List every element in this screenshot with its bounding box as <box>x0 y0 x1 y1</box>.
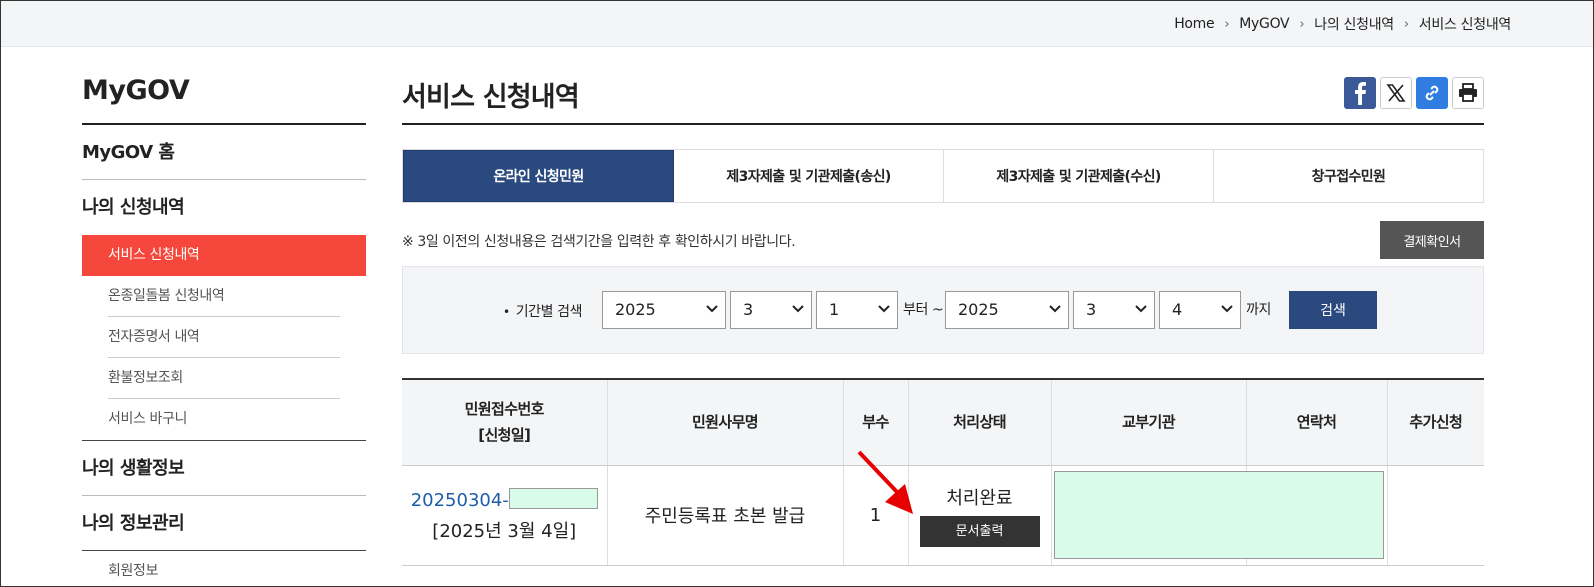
chevron-down-icon <box>1135 305 1147 313</box>
search-period-notice: ※ 3일 이전의 신청내용은 검색기간을 입력한 후 확인하시기 바랍니다. <box>402 234 796 250</box>
breadcrumb-my-applications[interactable]: 나의 신청내역 <box>1314 14 1394 34</box>
chevron-down-icon <box>1221 305 1233 313</box>
application-type-tabs: 온라인 신청민원 제3자제출 및 기관제출(송신) 제3자제출 및 기관제출(수… <box>402 149 1484 203</box>
sidebar: MyGOV MyGOV 홈 나의 신청내역 서비스 신청내역 온종일돌봄 신청내… <box>82 47 366 587</box>
tab-third-party-received[interactable]: 제3자제출 및 기관제출(수신) <box>944 150 1214 202</box>
header-request-no-line2: [신청일] <box>478 426 531 445</box>
status-cell: 처리완료 문서출력 <box>908 465 1052 566</box>
to-year-value: 2025 <box>958 300 999 319</box>
sidebar-submenu: 서비스 신청내역 온종일돌봄 신청내역 전자증명서 내역 환불정보조회 서비스 … <box>82 235 366 441</box>
sidebar-item-service-basket[interactable]: 서비스 바구니 <box>82 399 366 440</box>
to-month-value: 3 <box>1086 300 1097 319</box>
from-month-select[interactable]: 3 <box>730 291 812 329</box>
sidebar-item-my-applications[interactable]: 나의 신청내역 <box>82 180 366 235</box>
from-label: 부터 ~ <box>903 302 944 318</box>
from-year-select[interactable]: 2025 <box>602 291 726 329</box>
main-content: 서비스 신청내역 온라인 신청민원 제3자제출 및 기관제출(송신) 제3자제출… <box>402 47 1484 566</box>
chevron-down-icon <box>878 305 890 313</box>
request-date: [2025년 3월 4일] <box>432 520 577 542</box>
additional-request-cell <box>1387 465 1484 566</box>
share-toolbar <box>1344 77 1484 109</box>
column-header-issuing-agency: 교부기관 <box>1051 378 1247 466</box>
tab-counter-applications[interactable]: 창구접수민원 <box>1214 150 1483 202</box>
column-header-request-no: 민원접수번호 [신청일] <box>402 378 608 466</box>
search-button[interactable]: 검색 <box>1289 291 1377 329</box>
facebook-icon <box>1355 82 1366 105</box>
sidebar-item-all-day-care[interactable]: 온종일돌봄 신청내역 <box>82 276 366 317</box>
sidebar-item-mygov-home[interactable]: MyGOV 홈 <box>82 125 366 180</box>
page-title: 서비스 신청내역 <box>402 82 580 113</box>
page-header: 서비스 신청내역 <box>402 47 1484 125</box>
sidebar-title: MyGOV <box>82 47 366 125</box>
x-icon <box>1386 84 1406 102</box>
chevron-right-icon: › <box>1299 16 1305 32</box>
copy-link-button[interactable] <box>1416 77 1448 109</box>
tab-online-applications[interactable]: 온라인 신청민원 <box>403 150 674 202</box>
redacted-box <box>1054 471 1384 559</box>
from-year-value: 2025 <box>615 300 656 319</box>
breadcrumb-mygov[interactable]: MyGOV <box>1239 16 1289 32</box>
from-day-value: 1 <box>829 300 840 319</box>
status-text: 처리완료 <box>946 487 1013 509</box>
from-month-value: 3 <box>743 300 754 319</box>
sidebar-item-e-certificates[interactable]: 전자증명서 내역 <box>82 317 366 358</box>
breadcrumb-current: 서비스 신청내역 <box>1418 17 1512 33</box>
header-request-no-line1: 민원접수번호 <box>464 400 545 419</box>
sidebar-item-member-info[interactable]: 회원정보 <box>82 551 366 587</box>
to-year-select[interactable]: 2025 <box>945 291 1069 329</box>
request-no-cell: 20250304- [2025년 3월 4일] <box>402 465 608 566</box>
period-search-panel: 기간별 검색 2025 3 1 부터 ~ 2025 3 4 까지 검색 <box>402 266 1484 354</box>
column-header-additional: 추가신청 <box>1387 378 1484 466</box>
chevron-down-icon <box>792 305 804 313</box>
red-arrow-annotation <box>857 450 913 514</box>
service-name-cell: 주민등록표 초본 발급 <box>607 465 844 566</box>
request-no-text: 20250304- <box>410 489 509 511</box>
printer-icon <box>1459 83 1477 102</box>
table-header-row: 민원접수번호 [신청일] 민원사무명 부수 처리상태 교부기관 연락처 추가신청 <box>402 378 1484 466</box>
print-page-button[interactable] <box>1452 77 1484 109</box>
facebook-share-button[interactable] <box>1344 77 1376 109</box>
x-share-button[interactable] <box>1380 77 1412 109</box>
sidebar-item-info-management[interactable]: 나의 정보관리 <box>82 496 366 551</box>
to-day-select[interactable]: 4 <box>1159 291 1241 329</box>
redacted-box <box>508 487 598 509</box>
to-day-value: 4 <box>1172 300 1183 319</box>
chevron-right-icon: › <box>1403 16 1409 32</box>
breadcrumb: Home › MyGOV › 나의 신청내역 › 서비스 신청내역 <box>1174 14 1511 34</box>
sidebar-item-refund-info[interactable]: 환불정보조회 <box>82 358 366 399</box>
request-no-link[interactable]: 20250304- <box>410 487 598 511</box>
sidebar-item-service-applications[interactable]: 서비스 신청내역 <box>82 235 366 276</box>
sidebar-item-life-info[interactable]: 나의 생활정보 <box>82 441 366 496</box>
payment-receipt-button[interactable]: 결제확인서 <box>1380 221 1484 259</box>
chevron-right-icon: › <box>1224 16 1230 32</box>
breadcrumb-home[interactable]: Home <box>1174 16 1214 32</box>
chevron-down-icon <box>1049 305 1061 313</box>
column-header-service: 민원사무명 <box>607 378 844 466</box>
print-document-button[interactable]: 문서출력 <box>919 515 1040 547</box>
from-day-select[interactable]: 1 <box>816 291 898 329</box>
link-icon <box>1425 85 1439 101</box>
column-header-contact: 연락처 <box>1246 378 1388 466</box>
top-bar: Home › MyGOV › 나의 신청내역 › 서비스 신청내역 <box>1 1 1593 47</box>
column-header-status: 처리상태 <box>908 378 1052 466</box>
search-label: 기간별 검색 <box>503 301 583 321</box>
chevron-down-icon <box>706 305 718 313</box>
until-label: 까지 <box>1246 302 1271 318</box>
tab-third-party-sent[interactable]: 제3자제출 및 기관제출(송신) <box>674 150 944 202</box>
to-month-select[interactable]: 3 <box>1073 291 1155 329</box>
